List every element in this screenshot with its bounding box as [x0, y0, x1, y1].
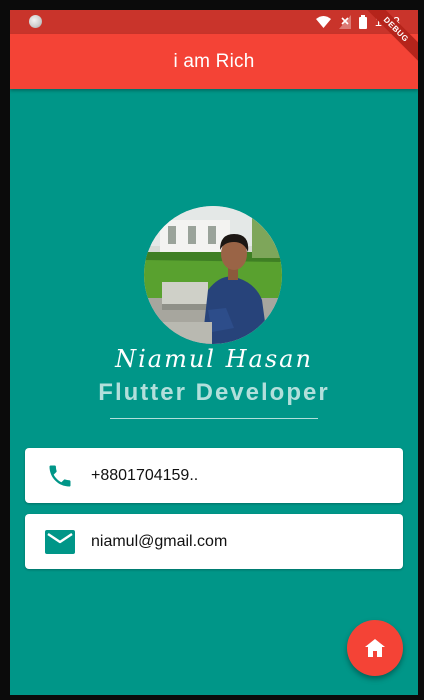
profile-role: Flutter Developer	[98, 379, 330, 406]
email-card[interactable]: niamul@gmail.com	[25, 514, 403, 569]
app-title: i am Rich	[173, 50, 255, 72]
battery-icon	[358, 15, 367, 29]
email-address: niamul@gmail.com	[91, 532, 228, 550]
app-bar: i am Rich	[10, 34, 418, 89]
wifi-icon	[315, 16, 331, 28]
email-icon	[25, 529, 95, 554]
phone-card[interactable]: +8801704159..	[25, 448, 403, 503]
status-bar: 1:33	[10, 10, 418, 34]
profile-name: Niamul Hasan	[115, 345, 313, 373]
home-fab-button[interactable]	[347, 620, 403, 676]
signal-icon	[338, 15, 351, 29]
phone-number: +8801704159..	[91, 466, 199, 484]
notification-icon	[29, 15, 42, 28]
profile-content: Niamul Hasan Flutter Developer +88017041…	[10, 89, 418, 695]
avatar	[144, 206, 282, 344]
home-icon	[365, 639, 385, 657]
phone-icon	[25, 462, 95, 490]
phone-screen: 1:33 i am Rich DEBUG	[10, 10, 418, 695]
profile-photo	[144, 206, 282, 344]
divider	[110, 418, 318, 419]
